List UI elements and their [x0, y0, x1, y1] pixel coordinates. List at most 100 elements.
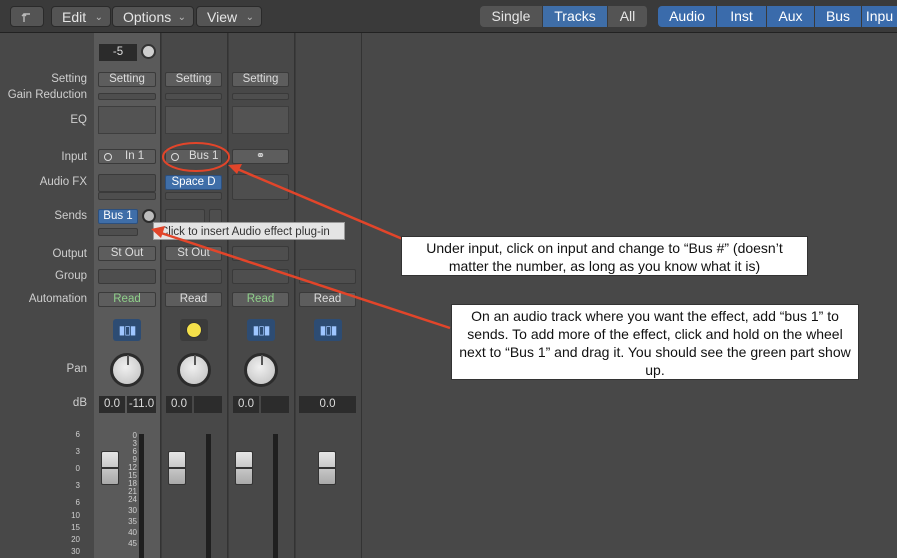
input-slot[interactable]: Bus 1	[165, 149, 222, 164]
input-slot[interactable]: In 1	[98, 149, 156, 164]
output-slot[interactable]: St Out	[98, 246, 156, 261]
setting-button[interactable]: Setting	[165, 72, 222, 87]
gain-reduction-meter	[165, 93, 222, 100]
sends-label: Sends	[54, 210, 87, 222]
volume-fader[interactable]	[235, 451, 253, 485]
chevron-down-icon: ⌄	[94, 12, 103, 23]
level-meter	[273, 434, 278, 558]
pan-knob[interactable]	[244, 353, 278, 387]
audio-fx-label: Audio FX	[39, 176, 87, 188]
automation-mode[interactable]: Read	[165, 292, 222, 307]
gain-reduction-meter	[98, 93, 156, 100]
eq-label: EQ	[70, 114, 87, 126]
audio-fx-slot[interactable]	[98, 174, 156, 192]
peak-display[interactable]	[261, 396, 289, 413]
scale-tick: 30	[71, 547, 80, 556]
audio-fx-slot[interactable]	[232, 174, 289, 200]
row-label-panel: Setting Gain Reduction EQ Input Audio FX…	[0, 33, 94, 558]
pan-knob[interactable]	[177, 353, 211, 387]
options-menu-label: Options	[123, 9, 172, 25]
input-value: In 1	[125, 150, 145, 162]
filter-inst-label: Inst	[730, 8, 753, 24]
back-arrow-icon	[21, 13, 30, 22]
output-slot[interactable]: St Out	[165, 246, 222, 261]
send-slot[interactable]: Bus 1	[98, 209, 138, 224]
group-slot[interactable]	[98, 269, 156, 284]
volume-display[interactable]: 0.0	[299, 396, 356, 413]
level-meter	[139, 434, 144, 558]
setting-label: Setting	[51, 73, 87, 85]
db-label: dB	[72, 397, 87, 409]
audio-waveform-icon: ▮▯▮	[247, 319, 275, 341]
sends-instruction-callout: On an audio track where you want the eff…	[451, 304, 859, 380]
filter-bus-label: Bus	[825, 8, 851, 24]
volume-fader[interactable]	[318, 451, 336, 485]
circle-icon[interactable]	[104, 153, 112, 161]
view-tracks-button[interactable]: Tracks	[543, 6, 608, 27]
pan-label: Pan	[66, 363, 87, 375]
input-value: Bus 1	[189, 150, 219, 162]
automation-mode[interactable]: Read	[299, 292, 356, 307]
options-menu[interactable]: Options ⌄	[112, 6, 194, 27]
scale-tick: 3	[75, 481, 80, 490]
peak-display[interactable]: -11.0	[127, 396, 156, 413]
edit-menu-label: Edit	[62, 9, 87, 25]
automation-mode[interactable]: Read	[98, 292, 156, 307]
send-level-knob-icon[interactable]	[142, 209, 156, 223]
strip-divider	[361, 33, 362, 558]
filter-audio-label: Audio	[669, 8, 705, 24]
aux-clock-icon	[180, 319, 208, 341]
level-meter	[206, 434, 211, 558]
audio-waveform-icon: ▮▯▮	[314, 319, 342, 341]
scale-tick: 0	[75, 464, 80, 473]
volume-display[interactable]: 0.0	[233, 396, 259, 413]
setting-button[interactable]: Setting	[232, 72, 289, 87]
filter-input-button[interactable]: Inpu	[862, 6, 897, 27]
view-all-button[interactable]: All	[608, 6, 648, 27]
gain-reduction-label: Gain Reduction	[7, 89, 87, 101]
automation-mode[interactable]: Read	[232, 292, 289, 307]
input-instruction-callout: Under input, click on input and change t…	[401, 236, 808, 276]
edit-menu[interactable]: Edit ⌄	[51, 6, 111, 27]
insert-plugin-tooltip: Click to insert Audio effect plug-in	[153, 222, 345, 240]
filter-inst-button[interactable]: Inst	[717, 6, 767, 27]
group-slot[interactable]	[165, 269, 222, 284]
view-single-label: Single	[491, 8, 531, 24]
filter-bus-button[interactable]: Bus	[815, 6, 862, 27]
scale-tick: 3	[75, 447, 80, 456]
meter-tick: 45	[128, 539, 137, 548]
peak-display[interactable]	[194, 396, 222, 413]
scale-tick: 6	[75, 430, 80, 439]
send-slot-empty[interactable]	[98, 228, 138, 236]
filter-input-label: Inpu	[865, 8, 894, 24]
eq-display[interactable]	[98, 106, 156, 134]
eq-display[interactable]	[232, 106, 289, 134]
setting-button[interactable]: Setting	[98, 72, 156, 87]
back-button[interactable]	[10, 6, 44, 27]
pan-knob[interactable]	[110, 353, 144, 387]
automation-label: Automation	[28, 293, 87, 305]
filter-aux-button[interactable]: Aux	[767, 6, 815, 27]
filter-audio-button[interactable]: Audio	[658, 6, 717, 27]
stereo-link-icon: ⚭	[255, 150, 266, 162]
view-menu[interactable]: View ⌄	[196, 6, 262, 27]
gain-reduction-meter	[232, 93, 289, 100]
mixer-toolbar: Edit ⌄ Options ⌄ View ⌄ Single Tracks All A…	[0, 0, 897, 33]
circle-icon[interactable]	[171, 153, 179, 161]
volume-display[interactable]: 0.0	[166, 396, 192, 413]
audio-fx-slot-empty[interactable]	[165, 192, 222, 200]
volume-fader[interactable]	[168, 451, 186, 485]
view-single-button[interactable]: Single	[480, 6, 543, 27]
eq-display[interactable]	[165, 106, 222, 134]
gain-knob-icon[interactable]	[141, 44, 156, 59]
volume-fader[interactable]	[101, 451, 119, 485]
audio-fx-slot-empty[interactable]	[98, 192, 156, 200]
output-slot[interactable]	[232, 246, 289, 261]
stereo-link-button[interactable]: ⚭	[232, 149, 289, 164]
audio-fx-plugin[interactable]: Space D	[165, 175, 222, 190]
view-tracks-label: Tracks	[554, 8, 596, 24]
group-slot[interactable]	[299, 269, 356, 284]
group-slot[interactable]	[232, 269, 289, 284]
volume-display[interactable]: 0.0	[99, 396, 125, 413]
gain-display[interactable]: -5	[99, 44, 137, 61]
